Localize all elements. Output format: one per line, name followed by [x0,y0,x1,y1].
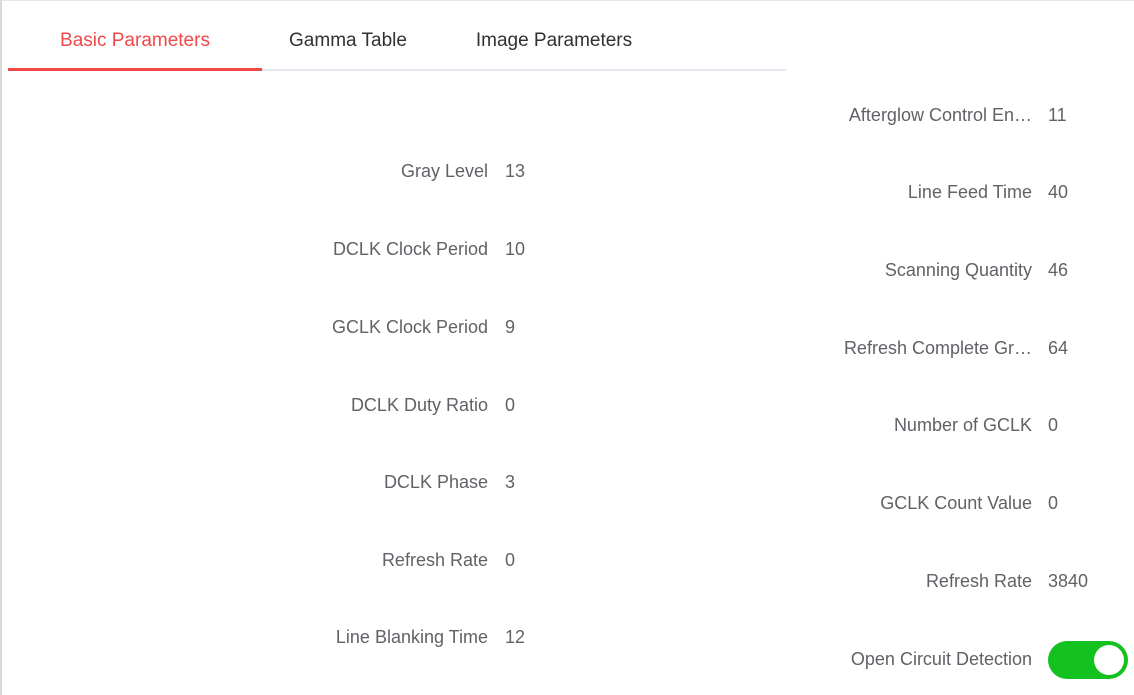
param-label: Refresh Rate [381,550,488,570]
param-value: 13 [505,161,526,181]
param-label: DCLK Duty Ratio [350,395,488,415]
param-value: 9 [505,317,516,337]
param-value: 0 [1048,493,1059,513]
param-value: 12 [505,627,526,647]
param-value: 3 [505,472,516,492]
param-value: 11 [1048,105,1067,125]
toggle-knob [1094,645,1124,675]
param-label: Line Blanking Time [335,627,488,647]
param-label: Afterglow Control En… [848,105,1032,125]
frame-left-border [0,0,2,695]
tab-basic-parameters[interactable]: Basic Parameters [8,0,262,71]
tab-image-parameters[interactable]: Image Parameters [434,0,674,71]
param-label: Refresh Complete Gr… [843,338,1032,358]
param-label: Scanning Quantity [884,260,1032,280]
param-value: 64 [1048,338,1069,358]
param-label: DCLK Clock Period [332,239,488,259]
parameter-tabs: Basic Parameters Gamma Table Image Param… [8,0,786,71]
param-label: Open Circuit Detection [850,649,1032,669]
param-value: 0 [505,550,516,570]
tab-gamma-table[interactable]: Gamma Table [262,0,434,71]
param-label: GCLK Clock Period [331,317,488,337]
param-value: 3840 [1048,571,1089,591]
param-value: 40 [1048,182,1069,202]
param-label: Line Feed Time [907,182,1032,202]
param-label: DCLK Phase [383,472,488,492]
active-tab-indicator [8,68,262,71]
param-label: GCLK Count Value [880,493,1032,513]
param-label: Gray Level [400,161,488,181]
param-label: Refresh Rate [925,571,1032,591]
param-value: 0 [1048,415,1059,435]
param-value: 10 [505,239,526,259]
param-value: 46 [1048,260,1069,280]
param-value: 0 [505,395,516,415]
open-circuit-detection-toggle[interactable] [1048,641,1128,679]
param-label: Number of GCLK [893,415,1032,435]
